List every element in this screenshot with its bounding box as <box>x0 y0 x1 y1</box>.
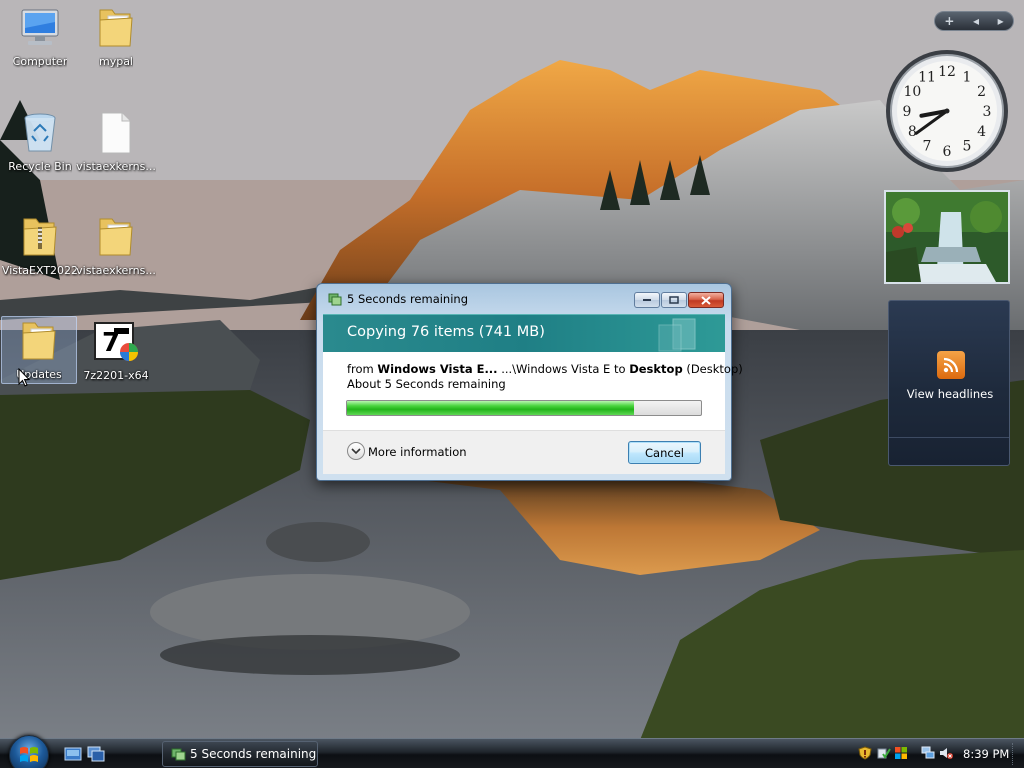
start-button[interactable] <box>9 735 49 768</box>
add-gadget-button[interactable]: + <box>944 15 954 27</box>
clock-numeral: 9 <box>903 104 912 120</box>
destination-name[interactable]: Desktop <box>629 362 682 376</box>
dialog-title: 5 Seconds remaining <box>347 292 469 306</box>
clock-numeral: 2 <box>977 84 986 100</box>
clock-numeral: 4 <box>977 124 986 140</box>
desktop-icon-7z2201-x64[interactable]: 7 7z2201-x64 <box>76 318 156 388</box>
slideshow-gadget[interactable] <box>884 190 1010 284</box>
windows-logo-icon <box>20 747 38 762</box>
network-icon[interactable] <box>921 746 935 760</box>
desktop-icon-computer[interactable]: Computer <box>0 4 80 74</box>
maximize-icon <box>669 296 679 304</box>
copy-files-icon <box>328 293 342 306</box>
desktop-icon-label: vistaexkerns... <box>76 160 156 173</box>
recycle-bin-icon <box>16 109 64 157</box>
computer-icon <box>16 4 64 52</box>
destination-path: (Desktop) <box>686 362 743 376</box>
folder-icon <box>15 317 63 365</box>
desktop-icon-label: 7z2201-x64 <box>83 369 149 382</box>
close-icon <box>701 295 711 305</box>
7zip-installer-icon: 7 <box>92 318 140 366</box>
security-shield-icon[interactable] <box>858 746 872 760</box>
clock-numeral: 6 <box>943 144 952 160</box>
desktop-icon-label: vistaexkerns... <box>76 264 156 277</box>
desktop-icon-vistaexkerns-file[interactable]: vistaexkerns... <box>76 109 156 179</box>
slideshow-image <box>886 192 1008 282</box>
desktop-icon-recycle-bin[interactable]: Recycle Bin <box>0 109 80 179</box>
copy-files-icon <box>171 748 186 761</box>
taskbar-item-label: 5 Seconds remaining <box>190 747 317 761</box>
next-gadget-button[interactable]: ▸ <box>998 15 1004 27</box>
close-button[interactable] <box>688 292 724 308</box>
folder-icon <box>92 4 140 52</box>
minimize-icon <box>643 299 651 301</box>
clock-numeral: 11 <box>918 69 936 85</box>
desktop-icon-label: mypal <box>98 55 133 68</box>
clock-numeral: 8 <box>908 124 917 140</box>
copy-source-destination: from Windows Vista E... ...\Windows Vist… <box>347 362 743 376</box>
windows-flag-icon[interactable] <box>894 746 908 760</box>
taskbar-item-copy-progress[interactable]: 5 Seconds remaining <box>162 741 318 767</box>
desktop-icon-label: Computer <box>12 55 68 68</box>
zip-folder-icon <box>16 213 64 261</box>
desktop-icon-mypal[interactable]: mypal <box>76 4 156 74</box>
view-headlines-link[interactable]: View headlines <box>889 387 1011 401</box>
document-icon <box>92 109 140 157</box>
minimize-button[interactable] <box>634 292 660 308</box>
desktop-icon-label: Recycle Bin <box>8 160 72 173</box>
more-information-toggle[interactable] <box>347 442 365 460</box>
taskbar-grip <box>1012 743 1018 765</box>
taskbar: 5 Seconds remaining 8:39 PM <box>0 735 1024 768</box>
dialog-header: Copying 76 items (741 MB) <box>323 314 725 352</box>
clock-gadget[interactable]: 12 1 2 3 4 5 6 7 8 9 10 11 <box>884 48 1010 174</box>
copying-summary: Copying 76 items (741 MB) <box>347 324 545 340</box>
source-path: ...\Windows Vista E <box>501 362 611 376</box>
update-check-icon[interactable] <box>877 746 891 760</box>
desktop-icon-label: VistaEXT2022 <box>1 264 79 277</box>
copy-animation-icon <box>658 318 696 352</box>
prev-gadget-button[interactable]: ◂ <box>973 15 979 27</box>
copy-progress-dialog: 5 Seconds remaining Copying 76 items (74… <box>316 283 743 481</box>
desktop-icon-vistaext2022[interactable]: VistaEXT2022 <box>0 213 80 283</box>
from-label: from <box>347 362 374 376</box>
dialog-footer: More information Cancel <box>323 430 725 474</box>
more-information-label[interactable]: More information <box>368 445 467 459</box>
clock-face: 12 12 3 45678 9 1011 <box>886 50 1008 172</box>
dialog-titlebar[interactable]: 5 Seconds remaining <box>317 284 731 313</box>
source-name[interactable]: Windows Vista E... <box>377 362 497 376</box>
sidebar-controls: + ◂ ▸ <box>934 11 1014 31</box>
copy-progress-bar <box>346 400 702 416</box>
progress-fill <box>347 401 634 415</box>
taskbar-clock[interactable]: 8:39 PM <box>963 747 1009 761</box>
volume-muted-icon[interactable] <box>939 746 953 760</box>
switch-windows-icon[interactable] <box>87 746 105 762</box>
feed-footer <box>889 437 1009 465</box>
feed-headlines-gadget[interactable]: View headlines <box>888 300 1010 466</box>
chevron-down-icon <box>351 448 361 455</box>
rss-feed-icon <box>937 351 965 379</box>
clock-numeral: 12 <box>938 64 956 80</box>
dialog-body: from Windows Vista E... ...\Windows Vist… <box>323 352 743 430</box>
clock-numeral: 7 <box>923 139 932 155</box>
desktop-icon-updates[interactable]: Updates <box>1 316 77 384</box>
desktop-icon-vistaexkerns-folder[interactable]: vistaexkerns... <box>76 213 156 283</box>
cancel-button[interactable]: Cancel <box>628 441 701 464</box>
folder-icon <box>92 213 140 261</box>
time-remaining: About 5 Seconds remaining <box>347 377 506 391</box>
show-desktop-icon[interactable] <box>64 746 82 762</box>
mouse-cursor-icon <box>18 368 30 387</box>
clock-numeral: 10 <box>903 84 921 100</box>
maximize-button[interactable] <box>661 292 687 308</box>
clock-numeral: 1 <box>963 69 972 85</box>
to-label: to <box>614 362 626 376</box>
clock-numeral: 5 <box>963 139 972 155</box>
clock-numeral: 3 <box>983 104 992 120</box>
